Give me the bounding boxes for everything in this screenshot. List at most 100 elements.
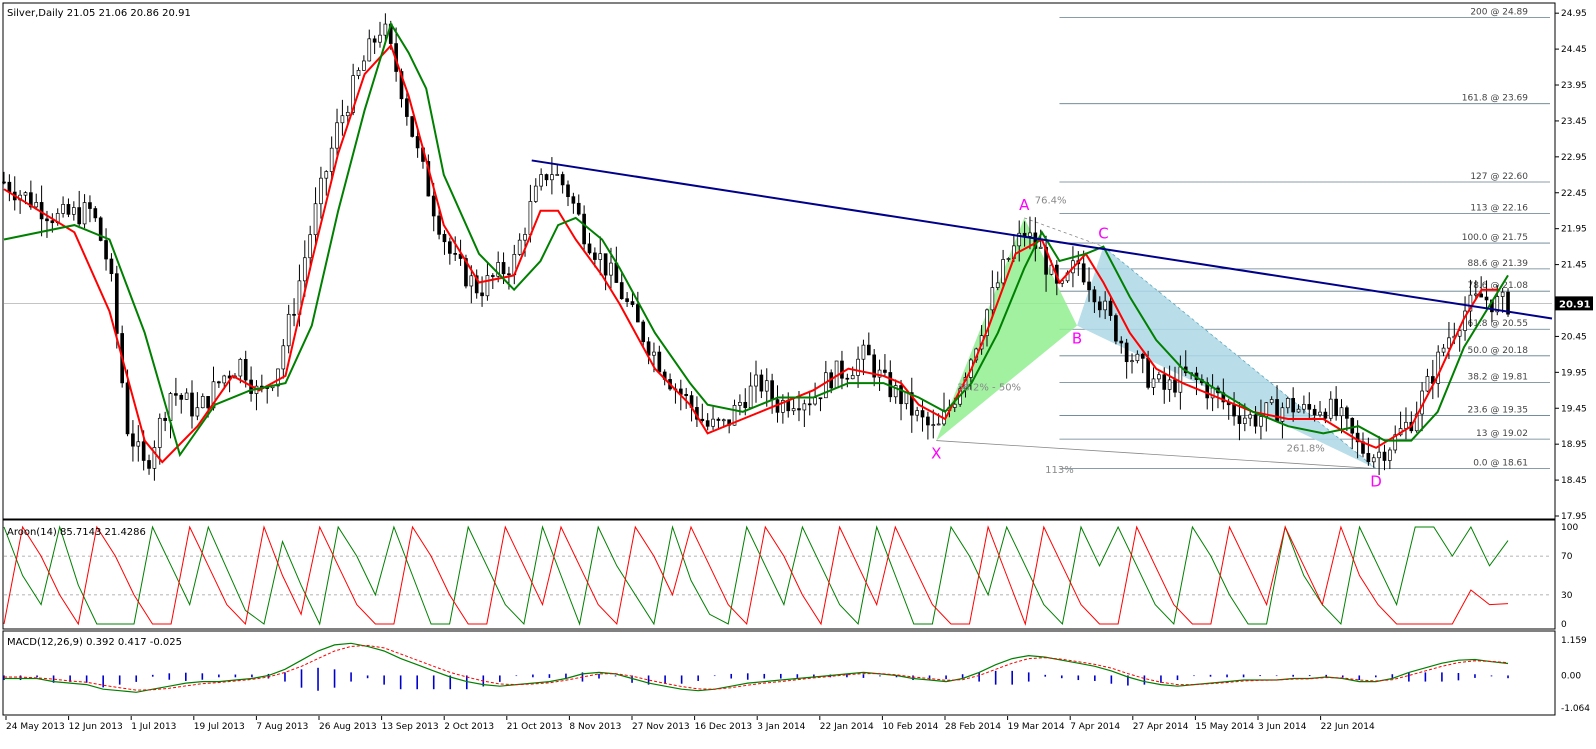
macd-histogram-bar (19, 675, 22, 681)
pattern-point-C: C (1098, 225, 1108, 243)
candle-body (286, 313, 291, 347)
candle-body (1103, 300, 1107, 311)
candle-body (190, 392, 194, 417)
aroon-panel[interactable]: 100 70 30 0 (3, 523, 1578, 630)
candle-body (1081, 263, 1086, 283)
candle-body (1114, 315, 1118, 342)
candle-body (1151, 378, 1156, 388)
price-y-tick-label: 22.45 (1561, 189, 1587, 199)
candle-body (437, 215, 441, 235)
macd-histogram-bar (912, 675, 914, 681)
candle-body (539, 174, 543, 187)
x-tick-label: 19 Mar 2014 (1008, 722, 1065, 732)
candle-body (104, 240, 108, 260)
candle-body (1323, 411, 1328, 419)
candle-body (157, 417, 162, 448)
x-tick-label: 10 Feb 2014 (882, 722, 938, 732)
candle-body (528, 201, 533, 235)
macd-histogram-bar (36, 675, 38, 678)
candle-body (356, 70, 361, 76)
candle-body (711, 418, 715, 427)
candle-body (818, 397, 823, 400)
macd-histogram-bar (598, 673, 600, 679)
candle-body (1162, 374, 1167, 390)
candle-body (770, 380, 774, 400)
candle-body (738, 401, 742, 406)
fib-level-label: 100.0 @ 21.75 (1462, 233, 1528, 243)
candle-body (598, 253, 603, 260)
candle-body (517, 239, 522, 255)
candle-body (23, 192, 28, 196)
pattern-ratio-label: 261.8% (1287, 443, 1325, 454)
candle-body (1447, 337, 1451, 349)
x-tick-label: 15 May 2014 (1195, 722, 1254, 732)
candle-body (576, 202, 581, 215)
xab-pattern-triangle (936, 217, 1078, 441)
candle-body (206, 396, 210, 409)
macd-histogram-bar (1259, 675, 1261, 677)
candle-body (1312, 408, 1317, 416)
candle-body (716, 418, 721, 421)
x-tick-label: 12 Jun 2013 (69, 722, 123, 732)
macd-histogram-bar (1457, 673, 1460, 681)
candle-body (791, 408, 796, 412)
pattern-point-X: X (931, 445, 941, 463)
candle-body (281, 345, 286, 370)
candle-body (1232, 404, 1236, 417)
candle-body (66, 204, 71, 215)
fib-level-label: 113 @ 22.16 (1470, 204, 1528, 214)
fib-level-label: 200 @ 24.89 (1470, 7, 1528, 17)
fib-level-label: 161.8 @ 23.69 (1462, 94, 1529, 104)
macd-histogram-bar (1391, 674, 1394, 678)
candle-body (174, 393, 178, 396)
macd-panel[interactable]: 1.159 0.00 -1.064 (3, 636, 1590, 714)
candle-body (1242, 417, 1247, 424)
macd-histogram-bar (1226, 674, 1228, 678)
macd-histogram-bar (994, 670, 997, 685)
candle-body (1334, 398, 1338, 417)
candle-body (1167, 379, 1172, 390)
macd-histogram-bar (151, 674, 154, 677)
candle-body (453, 253, 458, 255)
candle-body (88, 202, 92, 209)
candle-body (329, 147, 334, 172)
candle-body (1259, 416, 1263, 427)
candle-body (533, 185, 538, 202)
candle-body (1006, 258, 1011, 260)
candle-body (372, 38, 377, 43)
aroon-y-tick-label: 30 (1561, 591, 1573, 601)
candle-body (163, 417, 167, 421)
macd-histogram-bar (1044, 674, 1047, 677)
macd-histogram-bar (118, 675, 121, 685)
candle-body (899, 385, 903, 405)
price-y-tick-label: 19.95 (1561, 368, 1587, 378)
candle-body (335, 122, 339, 149)
candle-body (743, 401, 748, 408)
macd-histogram-bar (185, 672, 187, 681)
candle-body (990, 287, 995, 311)
candle-body (319, 177, 323, 205)
macd-histogram-bar (432, 675, 435, 690)
price-y-tick-label: 23.95 (1561, 81, 1587, 91)
candle-body (276, 368, 280, 387)
x-tick-label: 26 Aug 2013 (319, 722, 377, 732)
x-tick-label: 3 Jun 2014 (1258, 722, 1307, 732)
candle-body (114, 273, 119, 334)
candle-body (340, 115, 345, 124)
candle-body (1291, 398, 1295, 413)
candle-body (410, 116, 415, 137)
macd-histogram-bar (1060, 675, 1063, 679)
macd-histogram-bar (515, 675, 518, 677)
macd-histogram-bar (1507, 675, 1509, 679)
candle-body (345, 112, 350, 117)
candle-body (560, 174, 565, 186)
chart-window: 24.95 24.45 23.95 23.45 22.95 22.45 21.95 21.45… (0, 0, 1596, 745)
macd-histogram-bar (3, 675, 5, 681)
candle-body (630, 301, 635, 305)
price-panel[interactable]: 24.95 24.45 23.95 23.45 22.95 22.45 21.95 21.45… (2, 7, 1593, 522)
macd-y-tick-label: 0.00 (1561, 671, 1581, 681)
candle-body (995, 282, 1000, 288)
candle-body (813, 397, 817, 405)
price-y-tick-label: 18.95 (1561, 440, 1587, 450)
candle-body (1345, 407, 1349, 419)
